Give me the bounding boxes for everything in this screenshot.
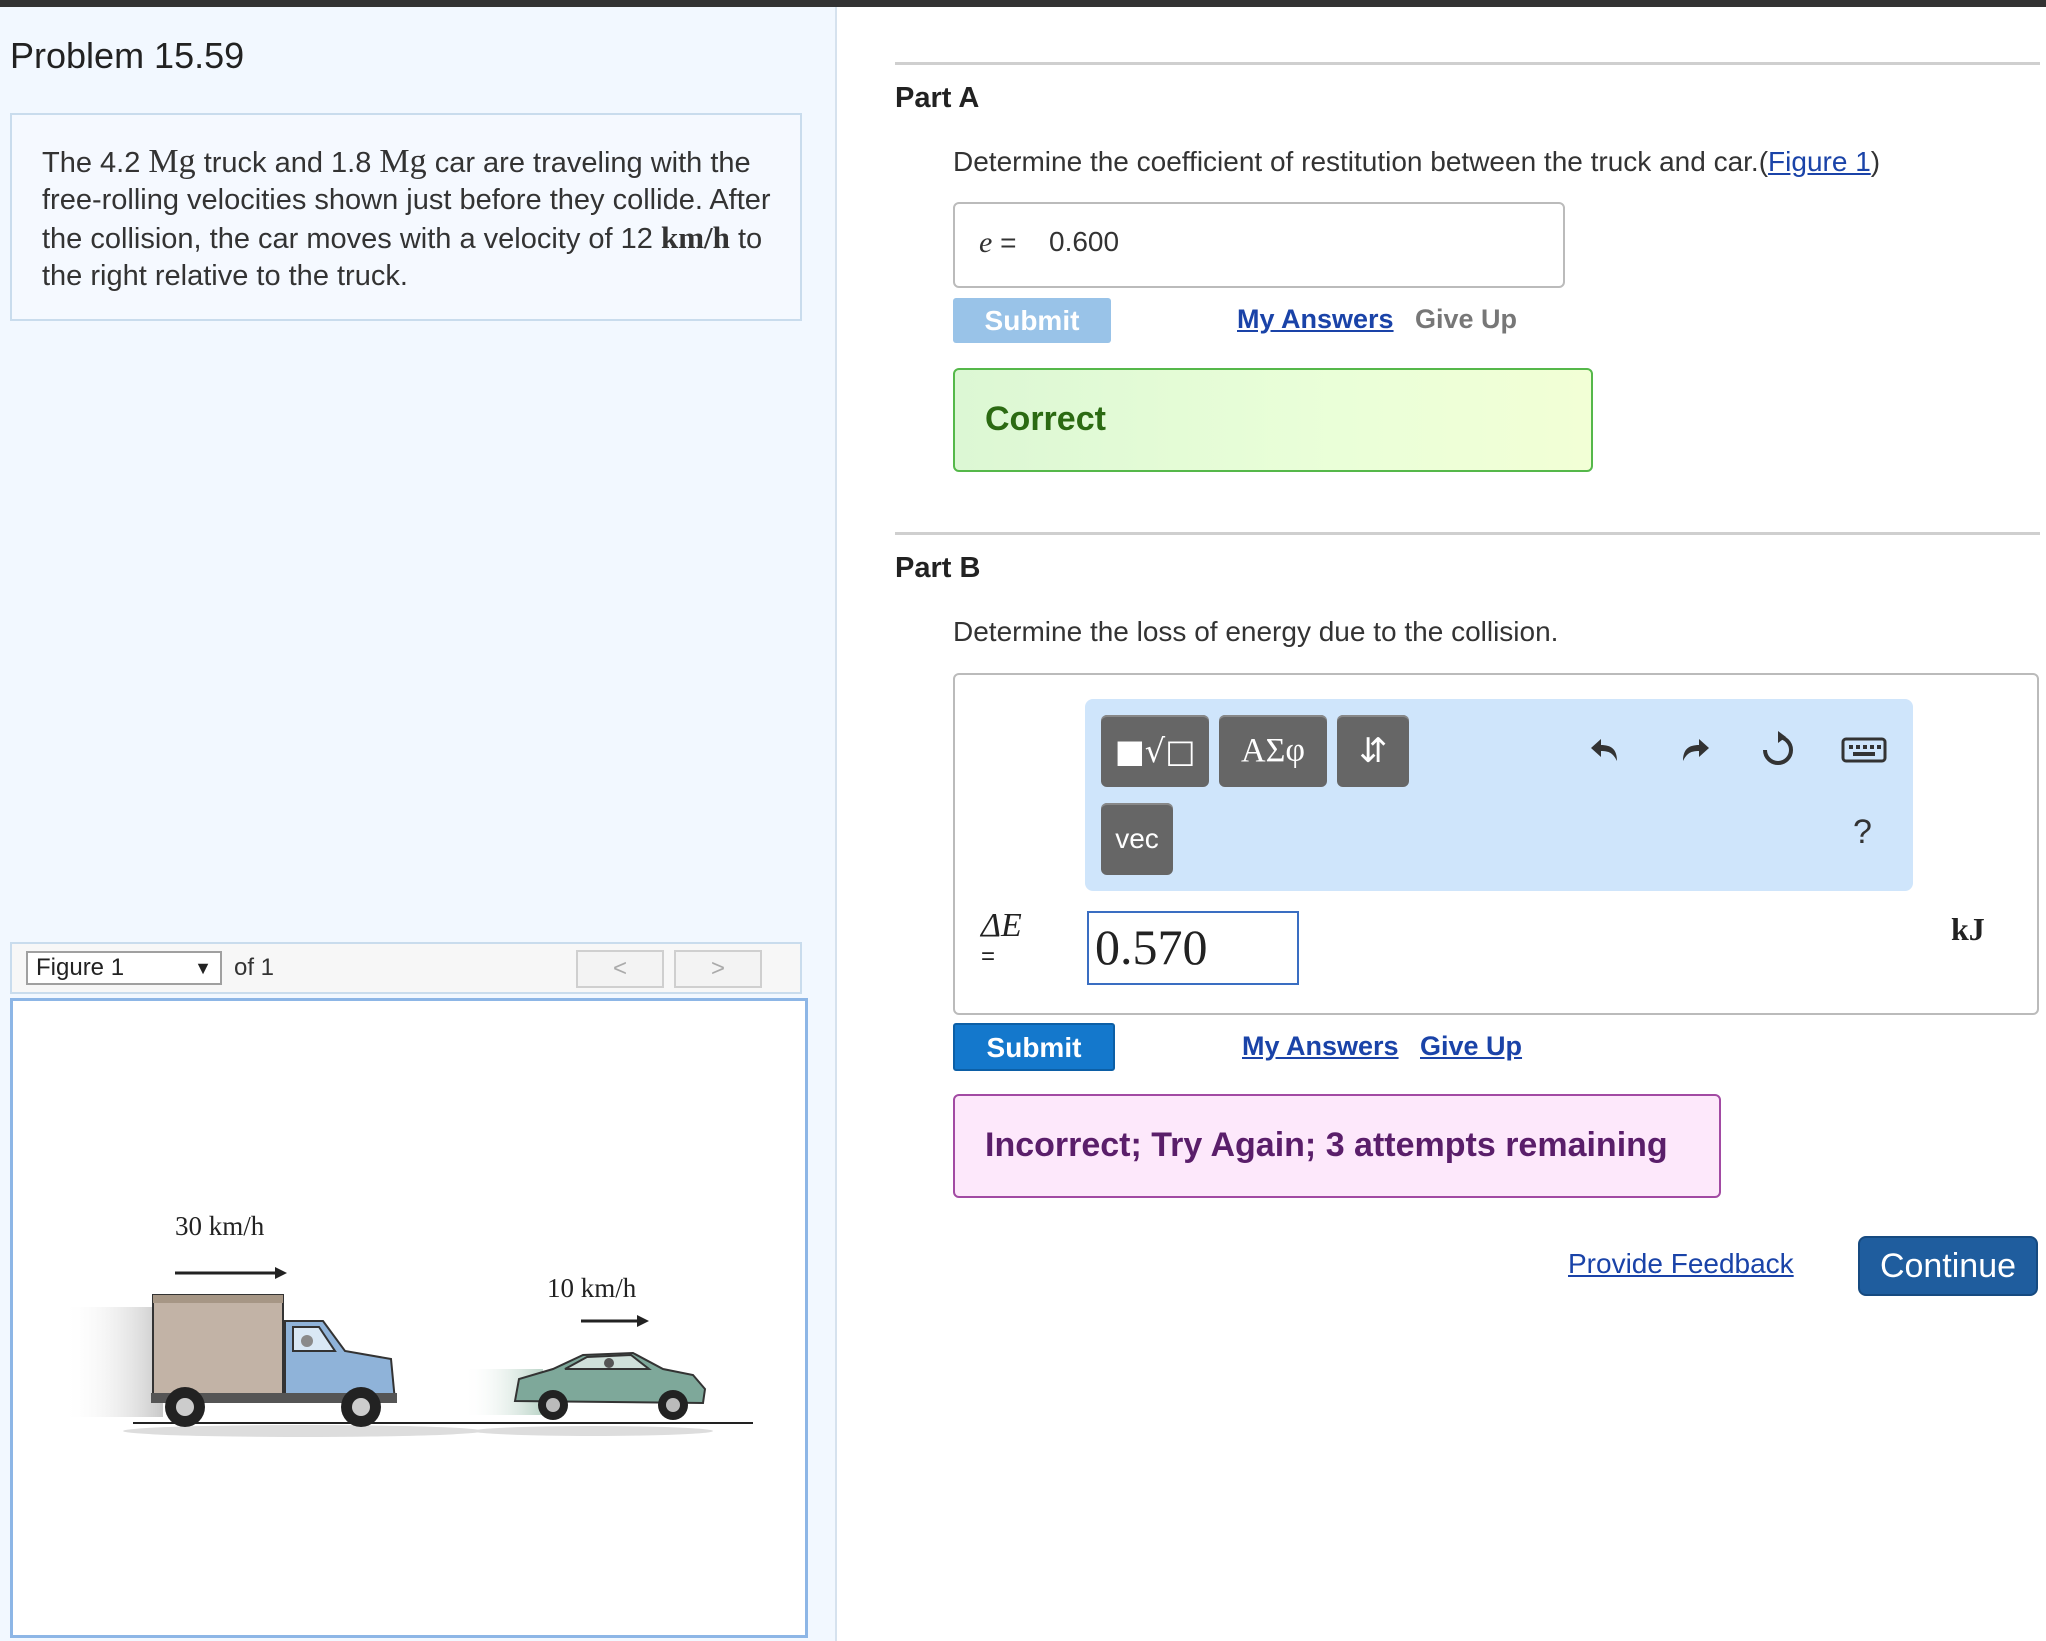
figure-count: of 1 bbox=[234, 954, 275, 981]
figure-panel: 30 km/h 10 km/h bbox=[10, 998, 808, 1638]
unit-label: kJ bbox=[1951, 911, 1985, 947]
part-b-title: Part B bbox=[895, 552, 981, 584]
top-bar bbox=[0, 0, 2046, 7]
part-a-question: Determine the coefficient of restitution… bbox=[953, 146, 1881, 177]
redo-icon[interactable] bbox=[1673, 729, 1713, 769]
part-b-divider bbox=[895, 532, 2040, 535]
part-a-title: Part A bbox=[895, 82, 980, 114]
vec-button[interactable]: vec bbox=[1101, 803, 1173, 875]
figure-select[interactable]: Figure 1 ▼ bbox=[26, 951, 222, 985]
part-a-answer-label: e = bbox=[979, 226, 1017, 259]
undo-icon[interactable] bbox=[1587, 729, 1627, 769]
math-toolbar: ■√□ ΑΣφ ⇵ vec ? bbox=[1085, 699, 1913, 891]
delta-e-label: ΔE bbox=[981, 907, 1022, 944]
templates-button[interactable]: ■√□ bbox=[1101, 715, 1209, 787]
problem-title: Problem 15.59 bbox=[10, 35, 245, 76]
continue-button[interactable]: Continue bbox=[1858, 1236, 2038, 1296]
dropdown-triangle-icon: ▼ bbox=[194, 958, 212, 978]
help-icon[interactable]: ? bbox=[1853, 813, 1872, 852]
problem-statement: The 4.2 Mg truck and 1.8 Mg car are trav… bbox=[42, 143, 771, 292]
part-b-question: Determine the loss of energy due to the … bbox=[953, 616, 1559, 647]
part-a-feedback-correct: Correct bbox=[953, 368, 1593, 472]
truck-car-illustration bbox=[63, 1267, 753, 1437]
part-b-give-up-link[interactable]: Give Up bbox=[1420, 1031, 1522, 1062]
problem-pane: Problem 15.59 The 4.2 Mg truck and 1.8 M… bbox=[0, 7, 837, 1641]
prev-figure-button[interactable]: < bbox=[576, 950, 664, 988]
keyboard-icon[interactable] bbox=[1841, 735, 1887, 765]
part-b-feedback-incorrect: Incorrect; Try Again; 3 attempts remaini… bbox=[953, 1094, 1721, 1198]
part-a-give-up-link[interactable]: Give Up bbox=[1415, 304, 1517, 335]
part-b-answer-input[interactable]: 0.570 bbox=[1087, 911, 1299, 985]
part-a-divider bbox=[895, 62, 2040, 65]
equals-label: = bbox=[981, 943, 996, 970]
problem-statement-box: The 4.2 Mg truck and 1.8 Mg car are trav… bbox=[10, 113, 802, 321]
next-figure-button[interactable]: > bbox=[674, 950, 762, 988]
templates-icon: ■√□ bbox=[1114, 732, 1196, 770]
symbols-button[interactable]: ΑΣφ bbox=[1219, 715, 1327, 787]
part-a-my-answers-link[interactable]: My Answers bbox=[1237, 304, 1394, 335]
up-down-arrows-icon: ⇵ bbox=[1358, 731, 1388, 771]
provide-feedback-link[interactable]: Provide Feedback bbox=[1568, 1248, 1794, 1280]
figure-navigation-bar: Figure 1 ▼ of 1 < > bbox=[10, 942, 802, 994]
reset-icon[interactable] bbox=[1757, 729, 1799, 771]
part-a-submit-button[interactable]: Submit bbox=[953, 298, 1111, 343]
truck-velocity-label: 30 km/h bbox=[175, 1211, 265, 1241]
part-b-my-answers-link[interactable]: My Answers bbox=[1242, 1031, 1399, 1062]
part-a-answer-value: 0.600 bbox=[1049, 226, 1120, 257]
part-b-submit-button[interactable]: Submit bbox=[953, 1023, 1115, 1071]
figure-1-link[interactable]: Figure 1 bbox=[1768, 146, 1871, 177]
arrows-button[interactable]: ⇵ bbox=[1337, 715, 1409, 787]
greek-symbols-icon: ΑΣφ bbox=[1241, 732, 1305, 769]
part-a-answer-field[interactable]: e = 0.600 bbox=[953, 202, 1565, 288]
part-b-answer-frame: ■√□ ΑΣφ ⇵ vec ? ΔE = 0.570 kJ bbox=[953, 673, 2039, 1015]
